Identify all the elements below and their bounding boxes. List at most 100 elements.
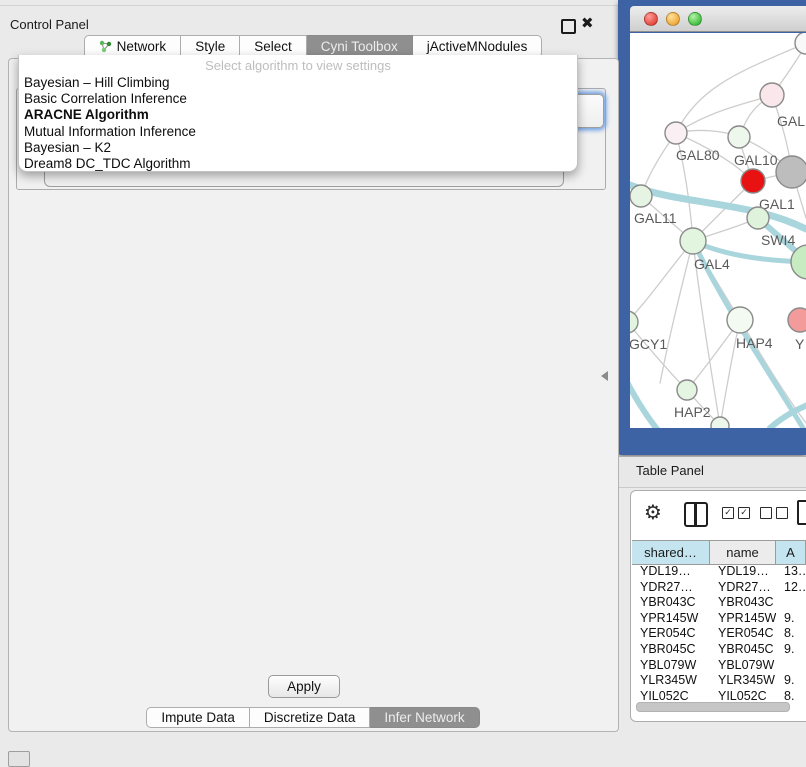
node-label: HAP4 [736, 335, 773, 351]
network-node-hap2[interactable] [677, 380, 697, 400]
algorithm-option-basic-correlation-inference[interactable]: Basic Correlation Inference [19, 91, 577, 107]
algorithm-option-aracne-algorithm[interactable]: ARACNE Algorithm [19, 107, 577, 123]
screenshot-root: { "colors": { "selection_blue": "#3A66C4… [0, 0, 806, 762]
select-all-columns-icon[interactable]: ✓ ✓ [722, 507, 750, 519]
table-row[interactable]: YBR043CYBR043C [632, 595, 806, 611]
table-hscrollbar-thumb[interactable] [636, 702, 790, 712]
network-node-gal4[interactable] [680, 228, 706, 254]
algorithm-option-bayesian-k2[interactable]: Bayesian – K2 [19, 140, 577, 156]
float-window-icon[interactable] [561, 19, 576, 34]
network-node-hap4[interactable] [727, 307, 753, 333]
network-node[interactable] [795, 33, 806, 54]
table-row[interactable]: YDL19…YDL19…13… [632, 564, 806, 580]
algorithm-option-mutual-information-inference[interactable]: Mutual Information Inference [19, 124, 577, 140]
show-columns-icon[interactable] [684, 502, 708, 527]
export-table-icon[interactable] [797, 500, 806, 525]
table-cell: YPR145W [710, 611, 776, 627]
splitter-collapse-arrow-icon[interactable] [601, 371, 608, 381]
table-cell: 9. [776, 611, 806, 627]
table-cell: YIL052C [632, 689, 710, 700]
node-label: GAL [777, 113, 805, 129]
table-cell [776, 595, 806, 611]
table-row[interactable]: YER054CYER054C8. [632, 626, 806, 642]
control-panel-titlebar: Control Panel ✖ [0, 5, 618, 32]
unchecked-box-icon [776, 507, 788, 519]
network-edge [676, 95, 772, 133]
table-cell: 12… [776, 580, 806, 596]
node-label: GAL10 [734, 152, 778, 168]
table-cell: YBR043C [632, 595, 710, 611]
node-label: GAL11 [634, 210, 677, 226]
network-node-gal10[interactable] [728, 126, 750, 148]
minimized-panel-button[interactable] [8, 751, 30, 767]
tab-label: Infer Network [384, 710, 464, 725]
table-cell: YBR045C [710, 642, 776, 658]
table-cell: YDL19… [632, 564, 710, 580]
algorithm-option-bayesian-hill-climbing[interactable]: Bayesian – Hill Climbing [19, 75, 577, 91]
table-cell: YDR27… [632, 580, 710, 596]
tab-infer-network[interactable]: Infer Network [370, 707, 479, 728]
network-node-gal[interactable] [760, 83, 784, 107]
network-edge [630, 322, 687, 390]
zoom-traffic-light-icon[interactable] [688, 12, 702, 26]
network-node-y[interactable] [788, 308, 806, 332]
table-cell: YIL052C [710, 689, 776, 700]
network-node[interactable] [776, 156, 806, 188]
table-cell: 8. [776, 689, 806, 700]
network-node-swi4[interactable] [747, 207, 769, 229]
apply-button[interactable]: Apply [268, 675, 340, 698]
table-cell: YER054C [632, 626, 710, 642]
algorithm-list: Bayesian – Hill ClimbingBasic Correlatio… [19, 75, 577, 172]
algorithm-option-dream8-dc-tdc-algorithm[interactable]: Dream8 DC_TDC Algorithm [19, 156, 577, 172]
table-row[interactable]: YBR045CYBR045C9. [632, 642, 806, 658]
table-cell: 9. [776, 673, 806, 689]
table-cell: YLR345W [632, 673, 710, 689]
algorithm-dropdown-popup: Select algorithm to view settings Bayesi… [18, 55, 578, 172]
table-cell: YBL079W [632, 658, 710, 674]
minimize-traffic-light-icon[interactable] [666, 12, 680, 26]
tab-label: Network [117, 39, 167, 54]
tab-label: jActiveMNodules [427, 39, 528, 54]
table-cell: YDR27… [710, 580, 776, 596]
table-row[interactable]: YDR27…YDR27…12… [632, 580, 806, 596]
control-panel-title: Control Panel [10, 17, 89, 32]
tab-label: Discretize Data [264, 710, 356, 725]
popup-placeholder-text: Select algorithm to view settings [19, 58, 577, 75]
column-header-shared-[interactable]: shared… [632, 541, 710, 564]
node-label: GCY1 [630, 336, 667, 352]
tab-impute-data[interactable]: Impute Data [146, 707, 250, 728]
close-traffic-light-icon[interactable] [644, 12, 658, 26]
network-icon [99, 40, 112, 53]
network-canvas[interactable]: GALGAL80GAL10GAL1GAL11SWI4GAL4GCY1HAP4YH… [630, 33, 806, 428]
table-row[interactable]: YIL052CYIL052C8. [632, 689, 806, 700]
network-window-titlebar[interactable] [630, 6, 806, 32]
table-horizontal-scrollbar[interactable] [634, 701, 804, 712]
table-row[interactable]: YBL079WYBL079W [632, 658, 806, 674]
tab-label: Select [254, 39, 292, 54]
table-cell: 8. [776, 626, 806, 642]
network-node-gal80[interactable] [665, 122, 687, 144]
node-label: SWI4 [761, 232, 795, 248]
column-header-name[interactable]: name [710, 541, 776, 564]
table-row[interactable]: YPR145WYPR145W9. [632, 611, 806, 627]
table-rows: YDL19…YDL19…13…YDR27…YDR27…12…YBR043CYBR… [632, 564, 806, 700]
table-row[interactable]: YLR345WYLR345W9. [632, 673, 806, 689]
node-label: HAP2 [674, 404, 711, 420]
deselect-all-columns-icon[interactable] [760, 507, 788, 519]
network-node-gal11[interactable] [630, 185, 652, 207]
node-label: GAL80 [676, 147, 720, 163]
network-node-gcy1[interactable] [630, 311, 638, 333]
gear-icon[interactable]: ⚙ [644, 500, 662, 525]
network-node-gal1[interactable] [741, 169, 765, 193]
table-cell [776, 658, 806, 674]
table-panel-title: Table Panel [636, 463, 704, 478]
unchecked-box-icon [760, 507, 772, 519]
table-cell: YBR045C [632, 642, 710, 658]
close-icon[interactable]: ✖ [581, 14, 594, 32]
tab-label: Cyni Toolbox [321, 39, 398, 54]
tab-discretize-data[interactable]: Discretize Data [250, 707, 371, 728]
table-cell: YDL19… [710, 564, 776, 580]
table-cell: YLR345W [710, 673, 776, 689]
network-node[interactable] [711, 417, 729, 428]
column-header-a[interactable]: A [776, 541, 806, 564]
